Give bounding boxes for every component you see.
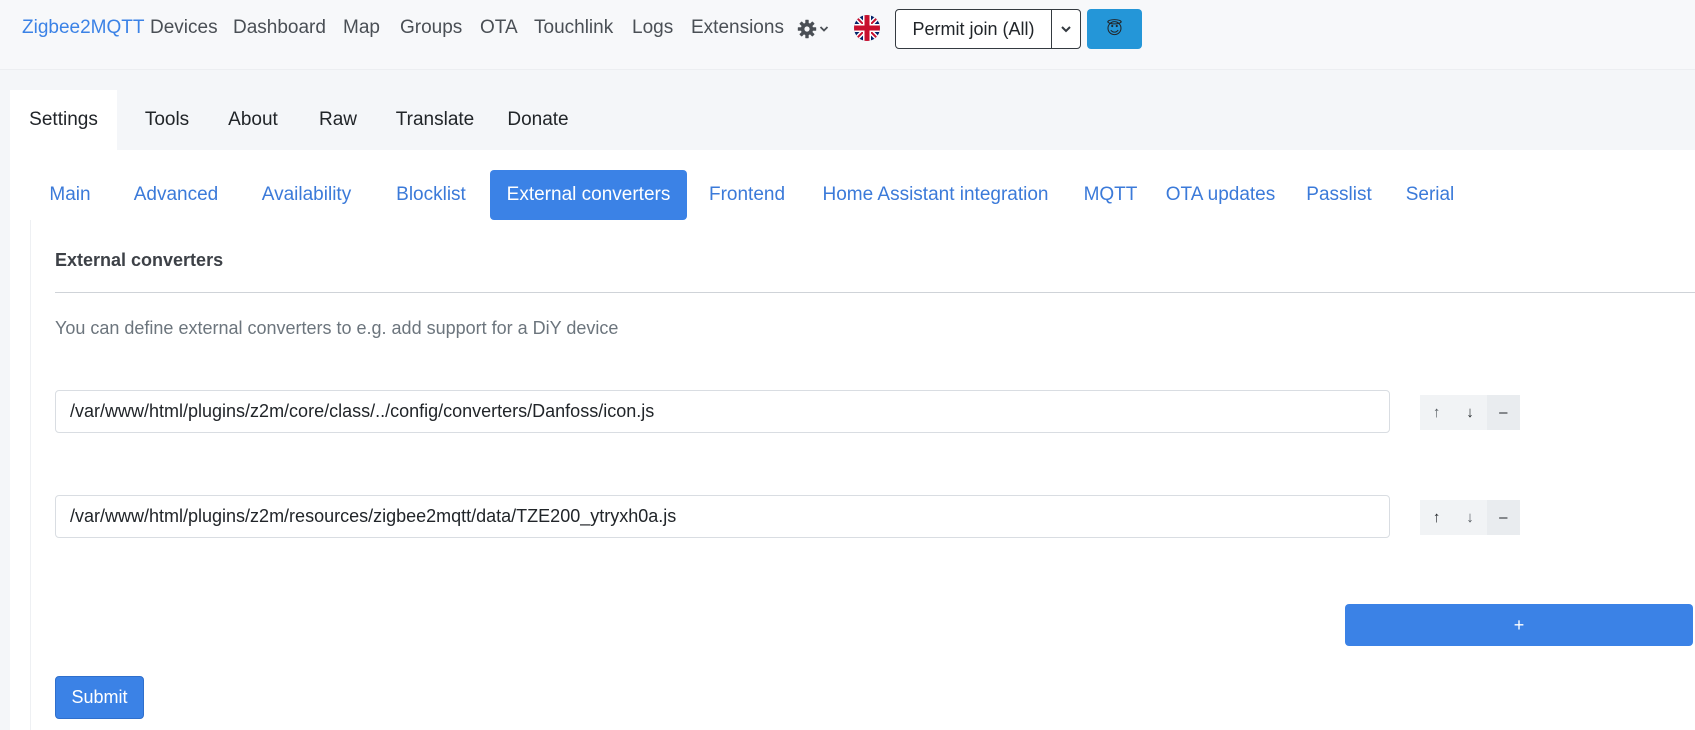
- nav-devices[interactable]: Devices: [150, 17, 218, 39]
- subtab-serial[interactable]: Serial: [1393, 170, 1467, 220]
- nav-groups[interactable]: Groups: [400, 17, 462, 39]
- subtab-availability[interactable]: Availability: [243, 170, 370, 220]
- arrow-down-icon: ↓: [1466, 404, 1474, 421]
- nav-ota[interactable]: OTA: [480, 17, 518, 39]
- arrow-up-icon: ↑: [1432, 509, 1441, 526]
- smiley-icon: 😇: [1106, 21, 1123, 38]
- subtab-advanced[interactable]: Advanced: [120, 170, 232, 220]
- settings-page-tabs: Settings Tools About Raw Translate Donat…: [10, 90, 1695, 150]
- subtab-blocklist[interactable]: Blocklist: [382, 170, 480, 220]
- subtab-frontend[interactable]: Frontend: [697, 170, 797, 220]
- subtab-passlist[interactable]: Passlist: [1295, 170, 1383, 220]
- permit-join-dropdown-toggle[interactable]: [1051, 9, 1081, 49]
- subtab-external-converters[interactable]: External converters: [490, 170, 687, 220]
- nav-map[interactable]: Map: [343, 17, 380, 39]
- brand-link[interactable]: Zigbee2MQTT: [22, 17, 144, 39]
- nav-extensions[interactable]: Extensions: [691, 17, 784, 39]
- section-title: External converters: [55, 250, 224, 270]
- subtab-content: [30, 220, 1695, 730]
- tab-about[interactable]: About: [210, 90, 296, 150]
- subtab-mqtt[interactable]: MQTT: [1075, 170, 1146, 220]
- converter-path-input[interactable]: [55, 390, 1390, 433]
- settings-menu-toggle[interactable]: [797, 14, 833, 44]
- nav-touchlink[interactable]: Touchlink: [534, 17, 613, 39]
- user-menu-button[interactable]: 😇: [1087, 9, 1142, 49]
- chevron-down-icon: [1061, 26, 1071, 33]
- subtab-main[interactable]: Main: [30, 170, 110, 220]
- permit-join-button[interactable]: Permit join (All): [895, 9, 1052, 49]
- top-navbar: Zigbee2MQTT Devices Dashboard Map Groups…: [0, 0, 1695, 70]
- gear-icon: [797, 19, 817, 39]
- subtab-ota-updates[interactable]: OTA updates: [1156, 170, 1285, 220]
- tab-translate[interactable]: Translate: [380, 90, 490, 150]
- language-flag-icon[interactable]: [854, 15, 880, 41]
- tab-donate[interactable]: Donate: [490, 90, 586, 150]
- tab-raw[interactable]: Raw: [300, 90, 376, 150]
- section-description: You can define external converters to e.…: [55, 318, 619, 338]
- tab-tools[interactable]: Tools: [124, 90, 210, 150]
- move-up-button[interactable]: ↑: [1420, 395, 1454, 430]
- arrow-up-icon: ↑: [1432, 404, 1441, 421]
- move-up-button[interactable]: ↑: [1420, 500, 1454, 535]
- minus-icon: –: [1499, 509, 1508, 526]
- nav-logs[interactable]: Logs: [632, 17, 673, 39]
- add-converter-button[interactable]: +: [1345, 604, 1693, 646]
- remove-entry-button[interactable]: –: [1486, 500, 1520, 535]
- entry-actions: ↑ ↓ –: [1420, 395, 1520, 430]
- chevron-down-icon: [819, 26, 829, 32]
- move-down-button[interactable]: ↓: [1453, 395, 1487, 430]
- entry-actions: ↑ ↓ –: [1420, 500, 1520, 535]
- nav-dashboard[interactable]: Dashboard: [233, 17, 326, 39]
- arrow-down-icon: ↓: [1466, 509, 1474, 526]
- subtab-home-assistant-integration[interactable]: Home Assistant integration: [807, 170, 1064, 220]
- minus-icon: –: [1499, 404, 1508, 421]
- section-divider: [55, 292, 1695, 293]
- tab-settings[interactable]: Settings: [10, 90, 117, 150]
- converter-path-input[interactable]: [55, 495, 1390, 538]
- remove-entry-button[interactable]: –: [1486, 395, 1520, 430]
- move-down-button[interactable]: ↓: [1453, 500, 1487, 535]
- submit-button[interactable]: Submit: [55, 676, 144, 719]
